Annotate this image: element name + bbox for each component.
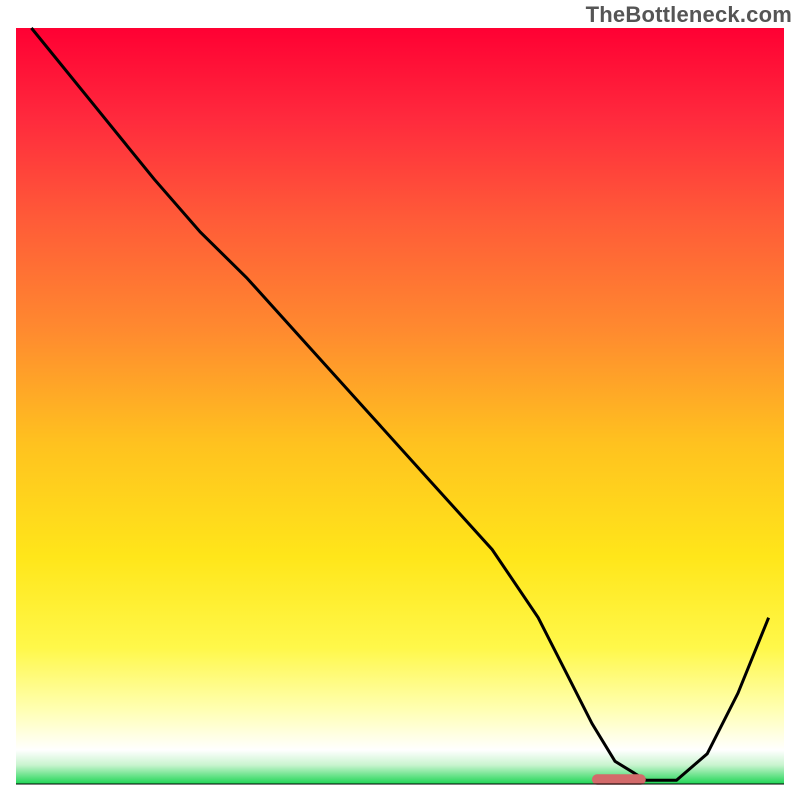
chart-canvas <box>0 0 800 800</box>
optimum-marker <box>592 774 646 785</box>
gradient-background <box>16 28 784 784</box>
bottleneck-chart: TheBottleneck.com <box>0 0 800 800</box>
watermark-text: TheBottleneck.com <box>586 2 792 28</box>
plot-area <box>16 28 784 785</box>
